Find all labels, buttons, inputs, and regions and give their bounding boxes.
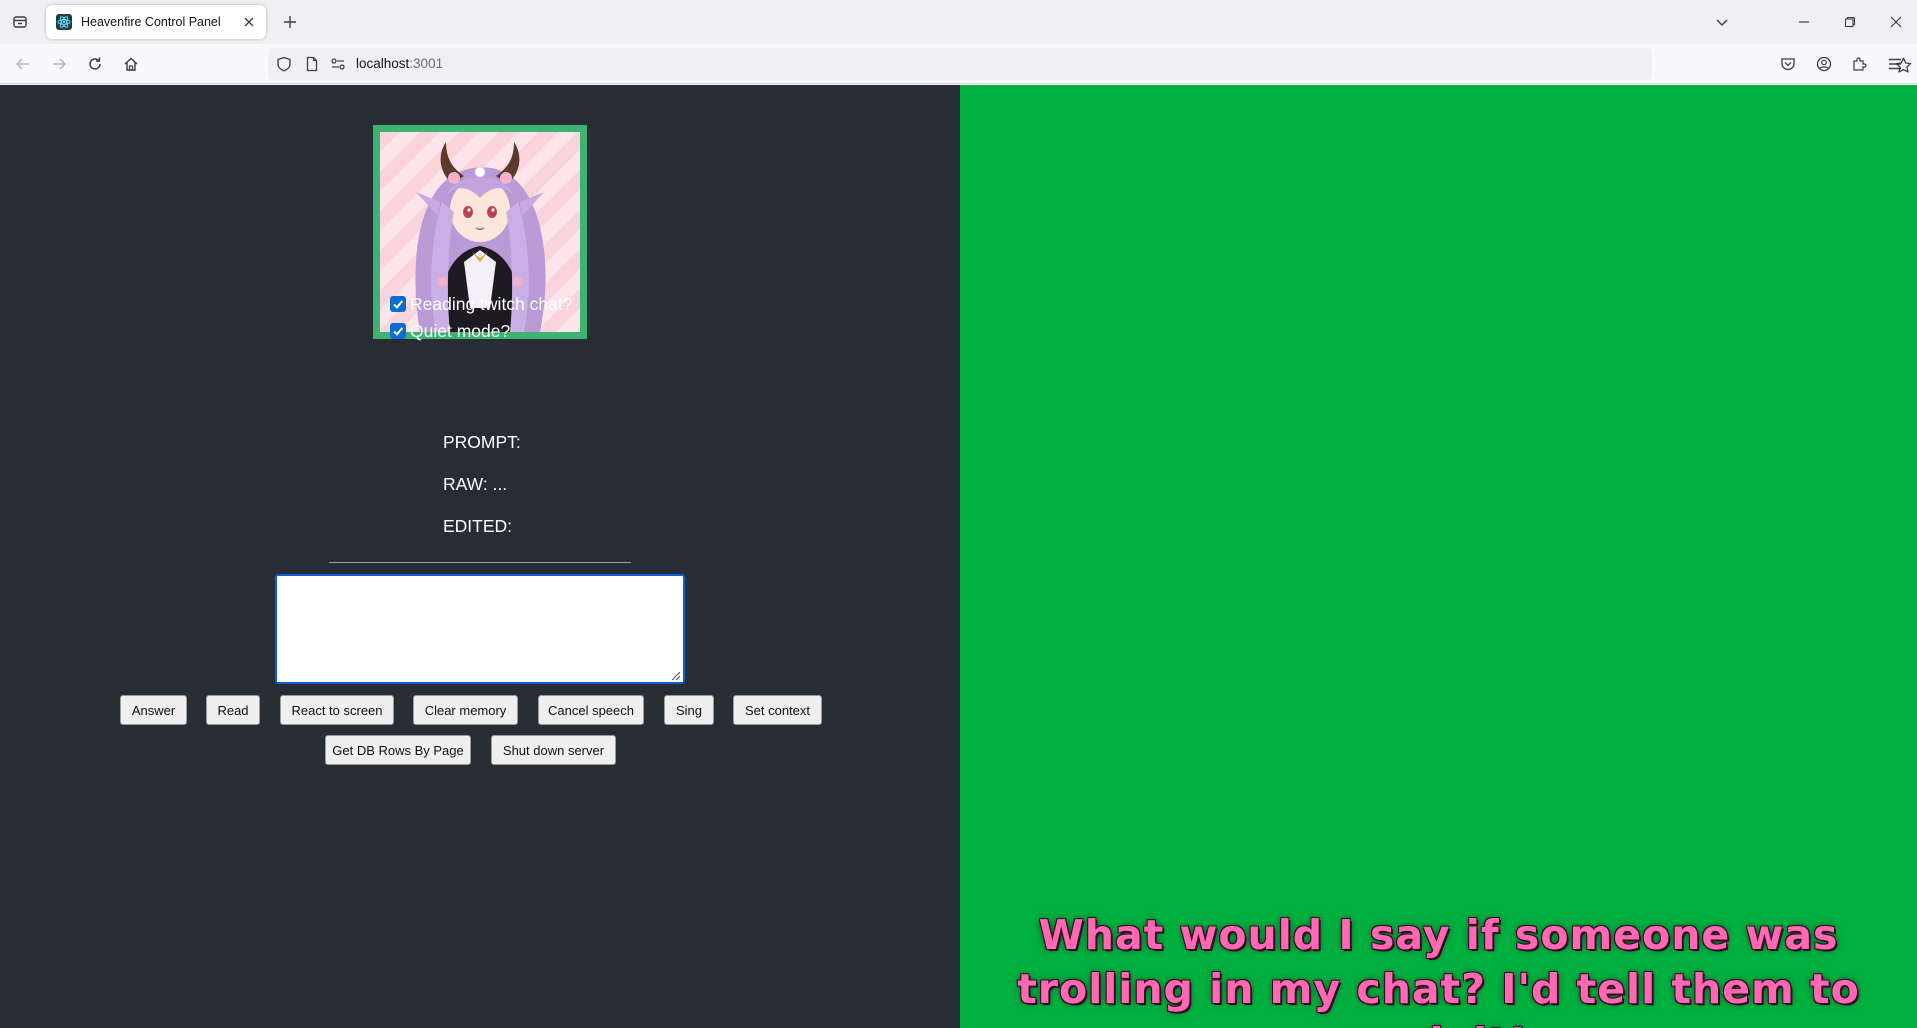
url-bar[interactable]: localhost:3001 <box>268 48 1911 80</box>
reading-chat-toggle[interactable]: Reading twitch chat? <box>390 292 572 316</box>
chevron-down-icon[interactable] <box>1710 10 1734 34</box>
plus-icon[interactable] <box>278 10 302 34</box>
window-close-icon[interactable] <box>1884 10 1908 34</box>
forward-arrow-icon[interactable] <box>47 52 71 76</box>
cancel-speech-button[interactable]: Cancel speech <box>538 695 644 725</box>
active-tab[interactable]: Heavenfire Control Panel <box>46 5 266 39</box>
hamburger-menu-icon[interactable] <box>1884 53 1906 75</box>
puzzle-icon[interactable] <box>1848 53 1870 75</box>
reload-icon[interactable] <box>83 52 107 76</box>
read-button[interactable]: Read <box>206 695 260 725</box>
home-icon[interactable] <box>119 52 143 76</box>
greenscreen-overlay: What would I say if someone was trolling… <box>960 85 1917 1028</box>
account-icon[interactable] <box>1813 53 1835 75</box>
navigation-bar: localhost:3001 <box>0 44 1917 84</box>
prompt-label: PROMPT: <box>443 432 521 452</box>
raw-label: RAW: ... <box>443 474 508 494</box>
answer-button[interactable]: Answer <box>120 695 187 725</box>
url-host: localhost <box>356 56 410 71</box>
resize-grip-icon[interactable] <box>669 668 681 681</box>
tab-title: Heavenfire Control Panel <box>81 15 221 29</box>
restore-icon[interactable] <box>1838 10 1862 34</box>
set-context-button[interactable]: Set context <box>733 695 822 725</box>
back-arrow-icon[interactable] <box>11 52 35 76</box>
quiet-mode-toggle[interactable]: Quiet mode? <box>390 319 510 343</box>
control-panel: Reading twitch chat? Quiet mode? PROMPT:… <box>0 85 960 1028</box>
speech-caption: What would I say if someone was trolling… <box>1017 911 1860 1028</box>
pocket-icon[interactable] <box>1777 53 1799 75</box>
minimize-icon[interactable] <box>1792 10 1816 34</box>
message-textarea[interactable] <box>275 574 685 684</box>
reading-chat-checkbox[interactable] <box>390 296 406 312</box>
react-to-screen-button[interactable]: React to screen <box>280 695 394 725</box>
shield-icon[interactable] <box>276 56 292 72</box>
shut-down-server-button[interactable]: Shut down server <box>491 735 616 765</box>
permissions-icon[interactable] <box>330 56 346 72</box>
tab-list-icon[interactable] <box>8 10 32 34</box>
close-icon[interactable] <box>240 13 258 31</box>
get-db-rows-button[interactable]: Get DB Rows By Page <box>325 735 471 765</box>
clear-memory-button[interactable]: Clear memory <box>413 695 518 725</box>
edited-label: EDITED: <box>443 516 513 536</box>
divider <box>329 562 631 563</box>
sing-button[interactable]: Sing <box>664 695 714 725</box>
page-icon[interactable] <box>304 56 320 72</box>
quiet-mode-checkbox[interactable] <box>390 323 406 339</box>
react-logo-icon <box>56 14 72 30</box>
url-text[interactable]: localhost:3001 <box>356 56 443 71</box>
url-port: :3001 <box>409 56 444 71</box>
page-viewport: Reading twitch chat? Quiet mode? PROMPT:… <box>0 85 1917 1028</box>
reading-chat-label: Reading twitch chat? <box>410 293 573 314</box>
tab-strip: Heavenfire Control Panel <box>0 0 1917 44</box>
quiet-mode-label: Quiet mode? <box>410 320 511 341</box>
